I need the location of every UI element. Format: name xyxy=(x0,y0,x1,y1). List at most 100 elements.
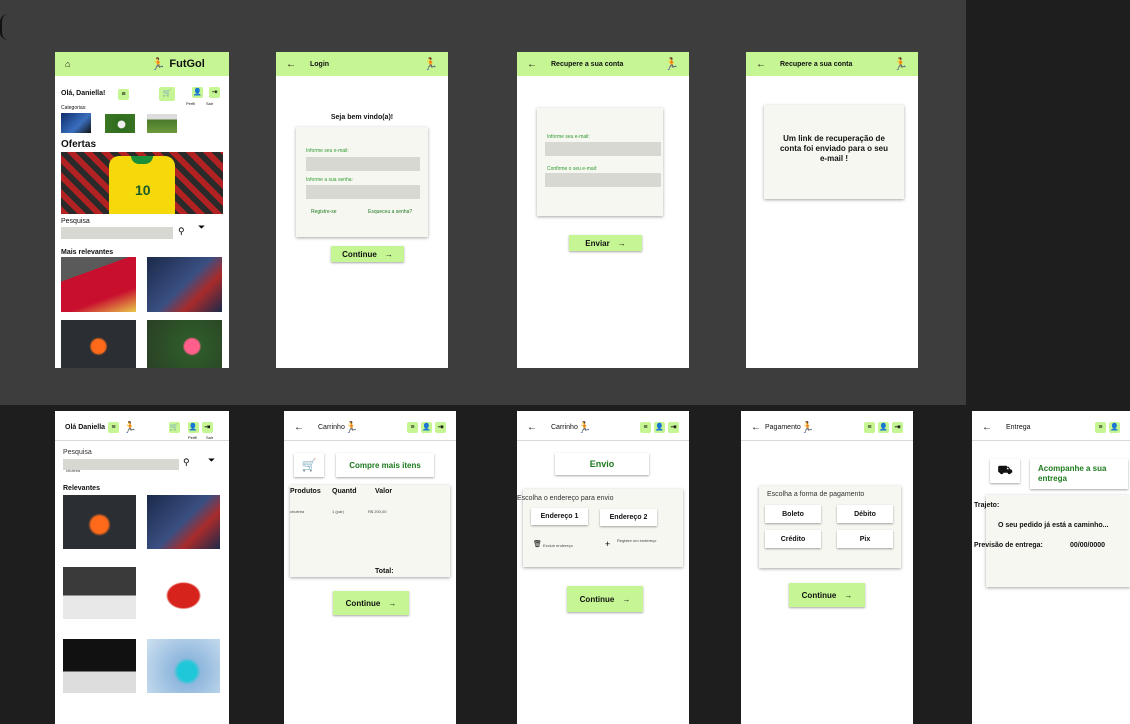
menu-icon[interactable]: ≡ xyxy=(864,422,875,433)
boleto-label: Boleto xyxy=(782,510,804,518)
relevant-photo-3[interactable] xyxy=(61,320,136,368)
relevant-photo-1[interactable] xyxy=(61,257,136,312)
result-photo-3[interactable] xyxy=(63,567,136,619)
address-2-button[interactable]: Endereço 2 xyxy=(600,509,657,526)
back-arrow-icon[interactable]: ← xyxy=(286,59,296,70)
register-link[interactable]: Registre-se xyxy=(311,209,337,215)
plus-icon[interactable]: + xyxy=(605,539,610,549)
trash-icon[interactable]: 🗑 xyxy=(533,540,542,548)
result-photo-6[interactable] xyxy=(147,639,220,693)
login-title: Login xyxy=(310,60,330,68)
track-delivery-label: Acompanhe a sua entrega xyxy=(1038,464,1107,483)
player-logo-icon: 🏃 xyxy=(800,422,815,434)
filter-icon[interactable]: ⏷ xyxy=(208,455,215,466)
exit-icon[interactable]: ⇥ xyxy=(209,87,220,98)
recover-title: Recupere a sua conta xyxy=(551,60,624,68)
send-button[interactable]: Enviar → xyxy=(569,235,642,251)
email-input[interactable] xyxy=(306,157,420,171)
profile-icon[interactable]: 👤 xyxy=(654,422,665,433)
relevant-photo-2[interactable] xyxy=(147,257,222,312)
menu-icon[interactable]: ≡ xyxy=(407,422,418,433)
col-products: Produtos xyxy=(290,488,321,495)
password-input[interactable] xyxy=(306,185,420,199)
result-photo-2[interactable] xyxy=(147,495,220,549)
profile-icon[interactable]: 👤 xyxy=(1109,422,1120,433)
payment-header: ← Pagamento 🏃 ≡ 👤 ⇥ xyxy=(741,415,913,441)
back-arrow-icon[interactable]: ← xyxy=(982,422,992,433)
back-arrow-icon[interactable]: ← xyxy=(527,59,537,70)
category-ball[interactable] xyxy=(105,114,135,133)
search-input[interactable] xyxy=(61,227,173,239)
exit-icon[interactable]: ⇥ xyxy=(668,422,679,433)
cart-icon[interactable]: 🛒 xyxy=(168,422,180,433)
profile-label: Perfil xyxy=(186,101,196,106)
search-icon[interactable]: ⚲ xyxy=(178,226,185,237)
cart-icon-button[interactable]: 🛒 xyxy=(294,453,324,477)
exit-icon[interactable]: ⇥ xyxy=(201,422,213,433)
route-label: Trajeto: xyxy=(974,502,1000,509)
result-photo-1[interactable] xyxy=(63,495,136,549)
back-arrow-icon[interactable]: ← xyxy=(756,59,766,70)
profile-icon[interactable]: 👤 xyxy=(192,87,203,98)
menu-icon[interactable]: ≡ xyxy=(108,422,120,433)
result-photo-5[interactable] xyxy=(63,639,136,693)
profile-icon[interactable]: 👤 xyxy=(421,422,432,433)
payment-title: Pagamento xyxy=(765,424,801,431)
continue-button[interactable]: Continue → xyxy=(567,586,643,612)
continue-button[interactable]: Continue → xyxy=(789,583,865,607)
continue-button[interactable]: Continue → xyxy=(331,246,404,262)
debito-button[interactable]: Débito xyxy=(837,505,893,523)
exit-icon[interactable]: ⇥ xyxy=(435,422,446,433)
track-delivery-button[interactable]: Acompanhe a sua entrega xyxy=(1030,459,1128,489)
player-logo-icon: 🏃 xyxy=(344,422,359,434)
relevant-photo-4[interactable] xyxy=(147,320,222,368)
profile-icon[interactable]: 👤 xyxy=(878,422,889,433)
player-logo-icon: 🏃 xyxy=(123,422,137,434)
relevant-title: Relevantes xyxy=(63,485,100,492)
menu-icon[interactable]: ≡ xyxy=(118,89,129,100)
row-quantity: 1 (par) xyxy=(332,509,344,514)
address-2-label: Endereço 2 xyxy=(609,514,648,521)
cart-table-card xyxy=(290,485,450,577)
address-1-button[interactable]: Endereço 1 xyxy=(531,508,588,525)
recover-screen: ← Recupere a sua conta 🏃 Informe seu e-m… xyxy=(517,52,689,368)
recover-confirm-input[interactable] xyxy=(545,173,661,187)
profile-icon[interactable]: 👤 xyxy=(187,422,199,433)
recover-email-input[interactable] xyxy=(545,142,661,156)
filter-icon[interactable]: ⏷ xyxy=(198,222,205,233)
pix-button[interactable]: Pix xyxy=(837,530,893,548)
cart-screen: ← Carrinho 🏃 ≡ 👤 ⇥ 🛒 Compre mais itens P… xyxy=(284,411,456,724)
register-address-label[interactable]: Registre um endereço xyxy=(617,538,657,543)
credito-button[interactable]: Crédito xyxy=(765,530,821,548)
boleto-button[interactable]: Boleto xyxy=(765,505,821,523)
delete-address-label[interactable]: Excluir endereço xyxy=(543,543,573,548)
truck-icon-button[interactable]: ⛟ xyxy=(990,459,1020,483)
search-input[interactable]: chuteira xyxy=(63,459,179,473)
recover-done-header: ← Recupere a sua conta 🏃 xyxy=(746,52,918,76)
back-arrow-icon[interactable]: ← xyxy=(527,422,537,433)
login-screen: ← Login 🏃 Seja bem vindo(a)! Informe seu… xyxy=(276,52,448,368)
offer-banner-jersey[interactable]: 10 xyxy=(61,152,223,214)
cart-icon[interactable]: 🛒 xyxy=(159,87,175,101)
home-header: ⌂ 🏃 FutGol xyxy=(55,52,229,76)
menu-icon[interactable]: ≡ xyxy=(1095,422,1106,433)
category-gloves[interactable] xyxy=(61,113,91,133)
truck-icon: ⛟ xyxy=(997,463,1013,477)
search-icon[interactable]: ⚲ xyxy=(183,457,190,468)
back-arrow-icon[interactable]: ← xyxy=(751,422,761,433)
result-photo-4[interactable] xyxy=(147,567,220,619)
recover-done-message: Um link de recuperação de conta foi envi… xyxy=(779,134,889,163)
forgot-password-link[interactable]: Esqueceu a senha? xyxy=(368,209,412,215)
home-icon[interactable]: ⌂ xyxy=(65,59,70,69)
continue-button[interactable]: Continue → xyxy=(333,591,409,615)
choose-payment-label: Escolha a forma de pagamento xyxy=(767,491,865,498)
buy-more-button[interactable]: Compre mais itens xyxy=(336,453,434,477)
welcome-text: Seja bem vindo(a)! xyxy=(330,114,394,121)
password-label: Informe a sua senha: xyxy=(306,177,353,183)
exit-icon[interactable]: ⇥ xyxy=(892,422,903,433)
back-arrow-icon[interactable]: ← xyxy=(294,422,304,433)
search-screen: Olá Daniella ≡ 🏃 🛒 👤 ⇥ Perfil Sair Pesqu… xyxy=(55,411,229,724)
debito-label: Débito xyxy=(854,510,876,518)
menu-icon[interactable]: ≡ xyxy=(640,422,651,433)
category-boots[interactable] xyxy=(147,114,177,133)
